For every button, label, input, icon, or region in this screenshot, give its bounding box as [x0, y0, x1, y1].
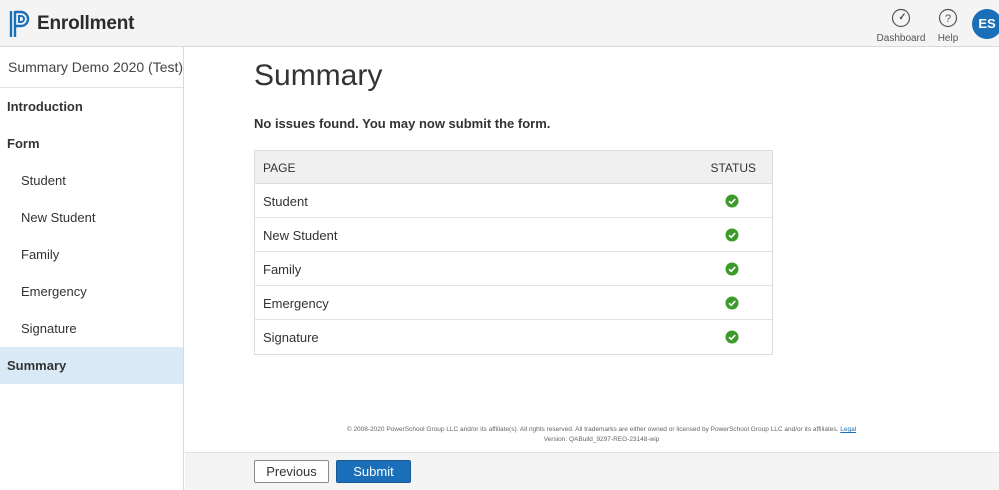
- sidebar-item-family[interactable]: Family: [0, 236, 183, 273]
- sidebar-item-emergency[interactable]: Emergency: [0, 273, 183, 310]
- column-header-status: STATUS: [710, 161, 756, 175]
- table-header: PAGE STATUS: [255, 151, 772, 184]
- sidebar-nav: Summary Demo 2020 (Test) Introduction Fo…: [0, 47, 184, 490]
- legal-link[interactable]: Legal: [840, 426, 856, 433]
- table-row: Emergency: [255, 286, 772, 320]
- column-header-page: PAGE: [263, 161, 296, 175]
- help-label: Help: [937, 33, 959, 44]
- row-page-name: Student: [263, 194, 308, 209]
- sidebar-item-new-student[interactable]: New Student: [0, 199, 183, 236]
- action-bar: Previous Submit: [185, 452, 999, 490]
- row-page-name: Emergency: [263, 296, 329, 311]
- dashboard-gauge-icon: [891, 8, 911, 28]
- table-row: New Student: [255, 218, 772, 252]
- row-page-name: Signature: [263, 330, 319, 345]
- table-row: Student: [255, 184, 772, 218]
- row-page-name: New Student: [263, 228, 338, 243]
- sidebar-item-form[interactable]: Form: [0, 125, 183, 162]
- copyright-text: © 2008-2020 PowerSchool Group LLC and/or…: [346, 426, 839, 433]
- main-content: Summary No issues found. You may now sub…: [185, 47, 999, 490]
- page-title: Summary: [254, 59, 383, 92]
- sidebar-item-signature[interactable]: Signature: [0, 310, 183, 347]
- dashboard-button[interactable]: Dashboard: [876, 8, 926, 44]
- table-row: Family: [255, 252, 772, 286]
- help-button[interactable]: ? Help: [933, 8, 963, 44]
- app-title: Enrollment: [37, 13, 135, 34]
- help-question-icon: ?: [938, 8, 958, 28]
- powerschool-logo-icon[interactable]: [8, 9, 32, 39]
- check-circle-icon: [725, 194, 739, 208]
- user-avatar[interactable]: ES: [972, 9, 999, 39]
- sidebar-item-student[interactable]: Student: [0, 162, 183, 199]
- summary-table: PAGE STATUS Student New Student Family E…: [254, 150, 773, 355]
- dashboard-label: Dashboard: [876, 33, 926, 44]
- previous-button[interactable]: Previous: [254, 460, 329, 483]
- svg-text:?: ?: [945, 13, 951, 25]
- check-circle-icon: [725, 262, 739, 276]
- sidebar-item-summary[interactable]: Summary: [0, 347, 183, 384]
- check-circle-icon: [725, 296, 739, 310]
- sidebar-item-introduction[interactable]: Introduction: [0, 88, 183, 125]
- form-title: Summary Demo 2020 (Test): [0, 47, 183, 88]
- top-header: Enrollment Dashboard ? Help ES: [0, 0, 999, 47]
- check-circle-icon: [725, 228, 739, 242]
- copyright-line: © 2008-2020 PowerSchool Group LLC and/or…: [185, 425, 999, 435]
- row-page-name: Family: [263, 262, 302, 277]
- table-row: Signature: [255, 320, 772, 354]
- footer-copyright: © 2008-2020 PowerSchool Group LLC and/or…: [185, 425, 999, 445]
- check-circle-icon: [725, 330, 739, 344]
- submit-button[interactable]: Submit: [336, 460, 411, 483]
- validation-message: No issues found. You may now submit the …: [254, 116, 551, 131]
- version-text: Version: QABuild_9297-REG-23148-wip: [543, 436, 660, 443]
